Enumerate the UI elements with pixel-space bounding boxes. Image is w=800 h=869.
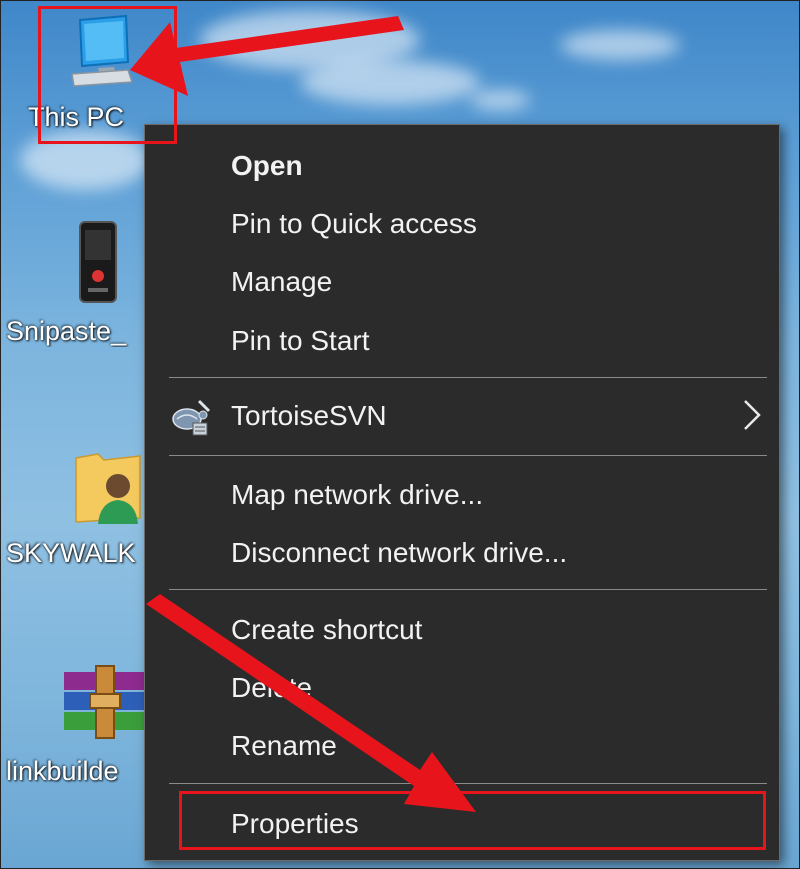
menu-separator (169, 377, 767, 378)
desktop-icon-label: Snipaste_ (6, 316, 127, 346)
phone-screenshot-icon (78, 220, 118, 309)
desktop-icon-label: linkbuilde (6, 756, 119, 786)
menu-item-pin-to-start[interactable]: Pin to Start (231, 324, 370, 358)
menu-item-disconnect-network-drive[interactable]: Disconnect network drive... (231, 536, 567, 570)
menu-item-open[interactable]: Open (231, 149, 303, 183)
desktop-icon-linkbuilde[interactable]: linkbuilde (6, 660, 146, 800)
desktop-icon-label: SKYWALK (6, 538, 136, 568)
desktop-icon-snipaste[interactable]: Snipaste_ (6, 210, 146, 360)
menu-separator (169, 455, 767, 456)
menu-separator (169, 589, 767, 590)
cloud-decoration (470, 90, 530, 110)
cloud-decoration (300, 60, 480, 105)
menu-item-create-shortcut[interactable]: Create shortcut (231, 613, 422, 647)
cloud-decoration (560, 30, 680, 60)
user-folder-icon (70, 448, 146, 533)
menu-item-map-network-drive[interactable]: Map network drive... (231, 478, 483, 512)
winrar-archive-icon (60, 664, 150, 749)
tortoisesvn-icon (169, 397, 213, 442)
menu-item-pin-quick-access[interactable]: Pin to Quick access (231, 207, 477, 241)
menu-item-manage[interactable]: Manage (231, 265, 332, 299)
chevron-right-icon (739, 397, 765, 438)
properties-highlight-box (179, 791, 766, 850)
desktop-icon-skywalk[interactable]: SKYWALK (6, 440, 146, 580)
menu-item-tortoisesvn[interactable]: TortoiseSVN (231, 399, 387, 433)
menu-separator (169, 783, 767, 784)
menu-item-rename[interactable]: Rename (231, 729, 337, 763)
context-menu: Open Pin to Quick access Manage Pin to S… (144, 124, 780, 861)
menu-item-delete[interactable]: Delete (231, 671, 312, 705)
this-pc-highlight-box (38, 6, 177, 144)
